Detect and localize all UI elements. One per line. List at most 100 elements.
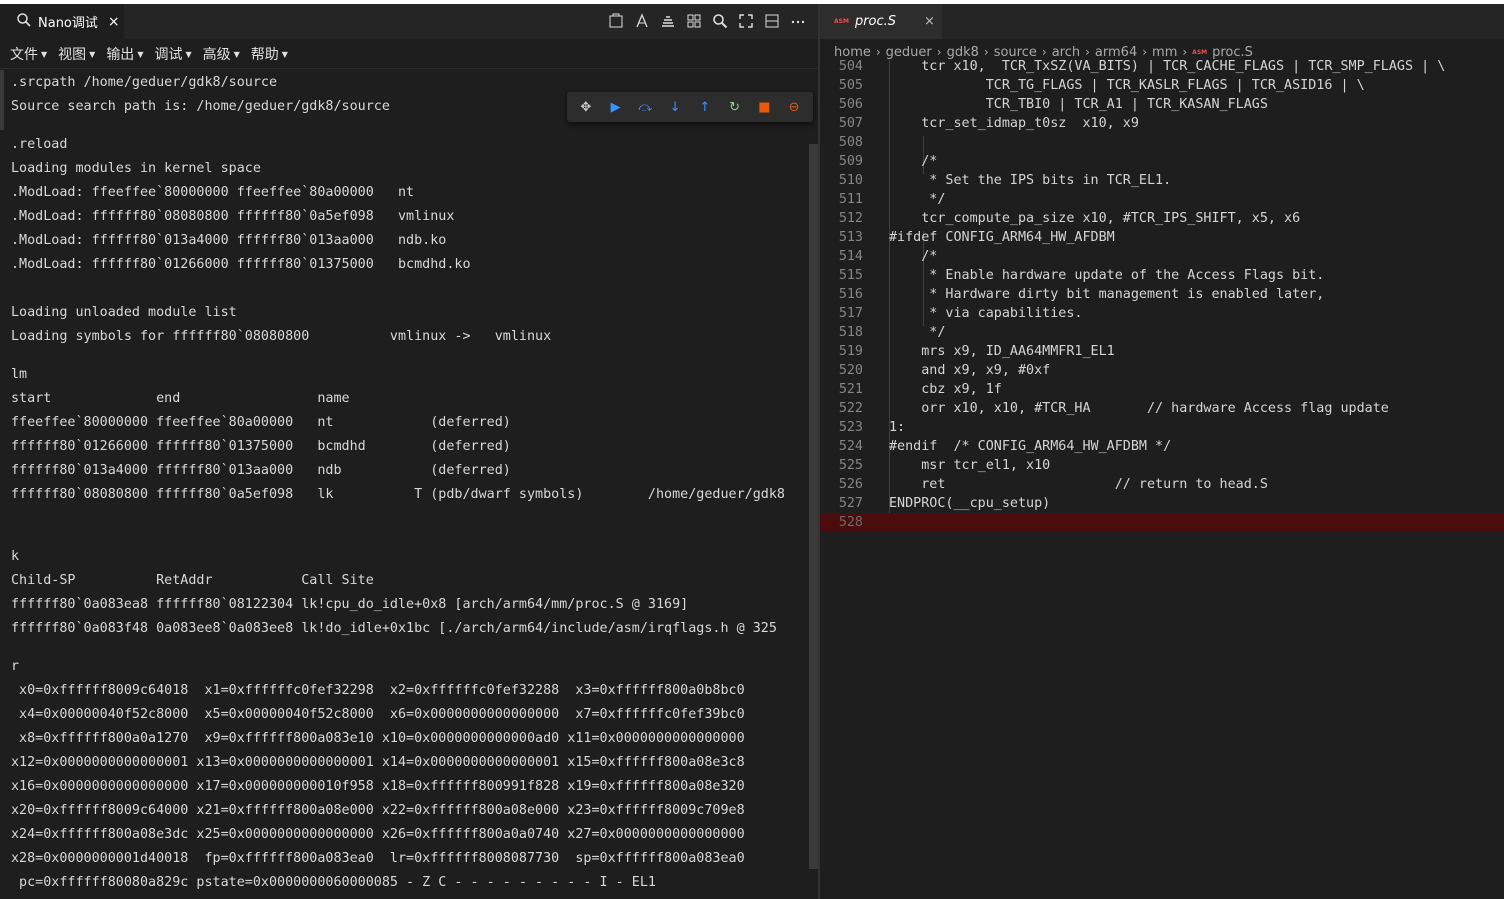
breadcrumb-arm64[interactable]: arm64: [1095, 45, 1137, 60]
breadcrumb-file[interactable]: proc.S: [1212, 45, 1253, 60]
close-icon[interactable]: ×: [924, 14, 935, 29]
console-line: Source search path is: /home/geduer/gdk8…: [11, 99, 390, 114]
source-icon[interactable]: [632, 10, 652, 32]
menu-view[interactable]: 视图 ▼: [58, 44, 95, 64]
console-line: ffeeffee`80000000 ffeeffee`80a00000 nt (…: [11, 415, 511, 430]
tab-nano-debug[interactable]: Nano调试 ×: [0, 4, 124, 39]
breadcrumb-gdk8[interactable]: gdk8: [947, 45, 979, 60]
close-icon[interactable]: ×: [108, 14, 120, 30]
code-text: tcr x10, TCR_TxSZ(VA_BITS) | TCR_CACHE_F…: [889, 60, 1446, 74]
line-number: 505: [838, 78, 863, 93]
registers-icon[interactable]: [684, 10, 704, 32]
code-line[interactable]: 525 msr tcr_el1, x10: [820, 456, 1504, 475]
stop-icon[interactable]: ■: [753, 100, 775, 115]
line-number: 520: [838, 363, 863, 378]
console-line: Loading modules in kernel space: [11, 161, 261, 176]
line-number: 519: [838, 344, 863, 359]
code-line[interactable]: 504 tcr x10, TCR_TxSZ(VA_BITS) | TCR_CAC…: [820, 60, 1504, 76]
code-line[interactable]: 506 TCR_TBI0 | TCR_A1 | TCR_KASAN_FLAGS: [820, 95, 1504, 114]
split-view-icon[interactable]: [762, 10, 782, 32]
breadcrumb-arch[interactable]: arch: [1052, 45, 1080, 60]
code-editor[interactable]: 504 tcr x10, TCR_TxSZ(VA_BITS) | TCR_CAC…: [820, 60, 1504, 899]
menu-advanced[interactable]: 高级 ▼: [203, 44, 240, 64]
code-line[interactable]: 517 * via capabilities.: [820, 304, 1504, 323]
code-line[interactable]: 513 #ifdef CONFIG_ARM64_HW_AFDBM: [820, 228, 1504, 247]
code-line[interactable]: 526 ret // return to head.S: [820, 475, 1504, 494]
code-line[interactable]: 509 /*: [820, 152, 1504, 171]
stack-icon[interactable]: [658, 10, 678, 32]
breadcrumb-geduer[interactable]: geduer: [886, 45, 932, 60]
menu-debug[interactable]: 调试 ▼: [154, 44, 191, 64]
debug-console-output[interactable]: .srcpath /home/geduer/gdk8/source Source …: [0, 70, 808, 899]
tab-title: Nano调试: [38, 16, 98, 31]
line-number: 508: [838, 135, 863, 150]
restart-icon[interactable]: ↻: [724, 100, 746, 115]
code-line[interactable]: 520 and x9, x9, #0xf: [820, 361, 1504, 380]
breadcrumb-home[interactable]: home: [834, 45, 871, 60]
line-number: 513: [838, 230, 863, 245]
breadcrumb: home › geduer › gdk8 › source › arch › arm64 ›…: [834, 42, 1253, 62]
menu-output[interactable]: 输出 ▼: [106, 44, 143, 64]
tab-proc-s[interactable]: ASM proc.S ×: [820, 4, 942, 39]
code-line[interactable]: 516 * Hardware dirty bit management is e…: [820, 285, 1504, 304]
code-line[interactable]: 519 mrs x9, ID_AA64MMFR1_EL1: [820, 342, 1504, 361]
code-line[interactable]: 524 #endif /* CONFIG_ARM64_HW_AFDBM */: [820, 437, 1504, 456]
code-line[interactable]: 522 orr x10, x10, #TCR_HA // hardware Ac…: [820, 399, 1504, 418]
chevron-right-icon: ›: [1041, 45, 1047, 59]
code-text: and x9, x9, #0xf: [889, 363, 1051, 378]
code-line[interactable]: 527 ENDPROC(__cpu_setup): [820, 494, 1504, 513]
code-line[interactable]: 507 tcr_set_idmap_t0sz x10, x9: [820, 114, 1504, 133]
line-number: 507: [838, 116, 863, 131]
console-line: x12=0x0000000000000001 x13=0x00000000000…: [11, 755, 745, 770]
code-line[interactable]: 515 * Enable hardware update of the Acce…: [820, 266, 1504, 285]
code-text: TCR_TBI0 | TCR_A1 | TCR_KASAN_FLAGS: [889, 97, 1268, 112]
disconnect-icon[interactable]: ⊖: [783, 100, 805, 115]
code-text: tcr_set_idmap_t0sz x10, x9: [889, 116, 1139, 131]
code-line[interactable]: 511 */: [820, 190, 1504, 209]
console-line: start end name: [11, 391, 350, 406]
code-text: * Hardware dirty bit management is enabl…: [889, 287, 1325, 302]
chevron-right-icon: ›: [936, 45, 942, 59]
console-line: .reload: [11, 137, 68, 152]
search-icon[interactable]: [710, 10, 730, 32]
code-line[interactable]: 521 cbz x9, 1f: [820, 380, 1504, 399]
code-line[interactable]: 518 */: [820, 323, 1504, 342]
code-text: orr x10, x10, #TCR_HA // hardware Access…: [889, 401, 1389, 416]
console-line: .ModLoad: ffeeffee`80000000 ffeeffee`80a…: [11, 185, 415, 200]
step-out-icon[interactable]: ↑: [694, 100, 716, 115]
line-number: 525: [838, 458, 863, 473]
continue-icon[interactable]: ▶: [605, 100, 627, 115]
step-into-icon[interactable]: ↓: [664, 100, 686, 115]
maximize-icon[interactable]: [736, 10, 756, 32]
open-file-icon[interactable]: [606, 10, 626, 32]
chevron-right-icon: ›: [1182, 45, 1188, 59]
breadcrumb-source[interactable]: source: [994, 45, 1037, 60]
code-text: * via capabilities.: [889, 306, 1083, 321]
chevron-right-icon: ›: [983, 45, 989, 59]
right-tab-bar: ASM proc.S ×: [820, 4, 1504, 39]
code-line[interactable]: 505 TCR_TG_FLAGS | TCR_KASLR_FLAGS | TCR…: [820, 76, 1504, 95]
console-line: ffffff80`013a4000 ffffff80`013aa000 ndb …: [11, 463, 511, 478]
code-line[interactable]: 510 * Set the IPS bits in TCR_EL1.: [820, 171, 1504, 190]
code-text: */: [889, 325, 946, 340]
console-line: x4=0x00000040f52c8000 x5=0x00000040f52c8…: [11, 707, 745, 722]
code-line[interactable]: 508: [820, 133, 1504, 152]
code-line[interactable]: 523 1:: [820, 418, 1504, 437]
step-over-icon[interactable]: ⤼: [634, 100, 656, 115]
chevron-right-icon: ›: [1085, 45, 1090, 59]
current-line[interactable]: 528: [820, 513, 1504, 532]
more-icon[interactable]: [788, 10, 808, 32]
console-scrollbar[interactable]: [809, 144, 818, 869]
breadcrumb-mm[interactable]: mm: [1152, 45, 1177, 60]
code-text: cbz x9, 1f: [889, 382, 1002, 397]
console-line: Child-SP RetAddr Call Site: [11, 573, 374, 588]
menu-help[interactable]: 帮助 ▼: [251, 44, 288, 64]
code-line[interactable]: 512 tcr_compute_pa_size x10, #TCR_IPS_SH…: [820, 209, 1504, 228]
console-line: ffffff80`0a083f48 0a083ee8`0a083ee8 lk!d…: [11, 621, 777, 636]
console-line: .ModLoad: ffffff80`013a4000 ffffff80`013…: [11, 233, 447, 248]
menu-file[interactable]: 文件 ▼: [10, 44, 47, 64]
drag-handle-icon[interactable]: ✥: [575, 100, 597, 115]
console-line: x20=0xffffff8009c64000 x21=0xffffff800a0…: [11, 803, 745, 818]
line-number: 527: [838, 496, 863, 511]
code-line[interactable]: 514 /*: [820, 247, 1504, 266]
